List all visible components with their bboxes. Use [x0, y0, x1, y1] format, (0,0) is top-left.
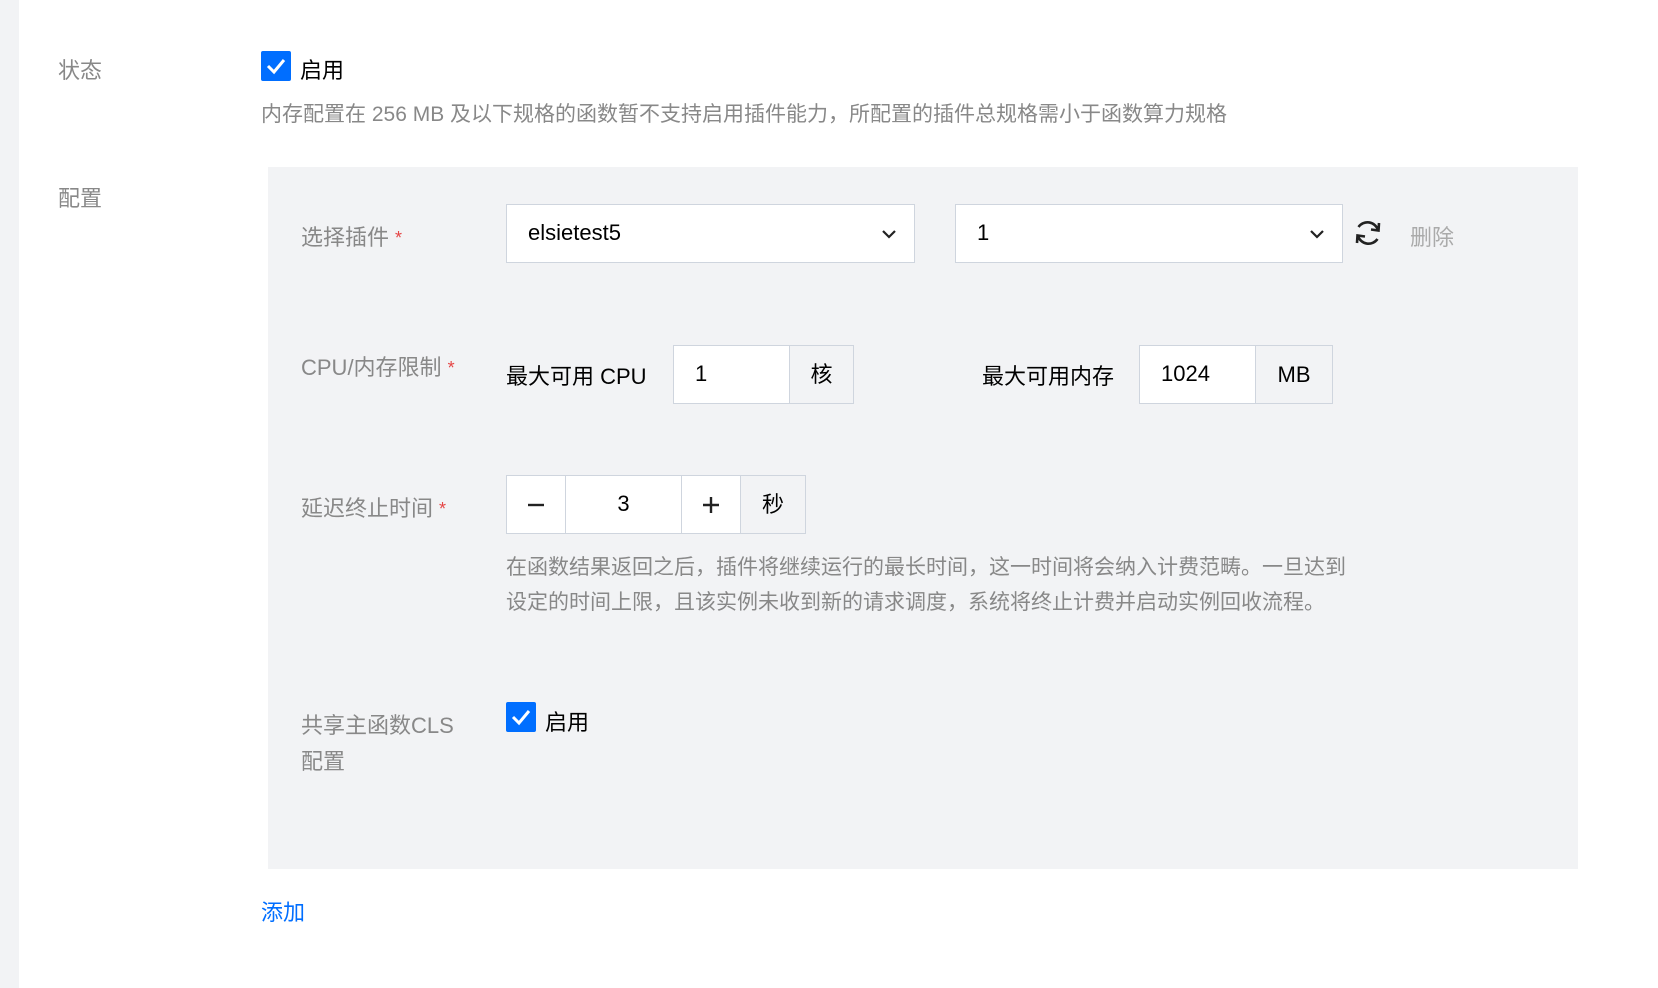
- cpu-unit-addon: 核: [789, 345, 854, 404]
- status-label: 状态: [58, 58, 103, 83]
- status-enable-checkbox[interactable]: [261, 51, 291, 81]
- max-cpu-label: 最大可用 CPU: [506, 364, 647, 389]
- left-strip: [0, 0, 19, 988]
- max-memory-label: 最大可用内存: [982, 364, 1115, 389]
- required-mark: *: [395, 228, 403, 248]
- minus-icon: [528, 503, 544, 507]
- plugin-select-label-text: 选择插件: [301, 225, 390, 250]
- plugin-version-select[interactable]: 1: [955, 204, 1343, 263]
- max-memory-value: 1024: [1161, 361, 1210, 386]
- max-cpu-input[interactable]: 1: [673, 345, 790, 404]
- share-cls-checkbox[interactable]: [506, 702, 536, 732]
- share-cls-label-line2: 配置: [301, 749, 346, 774]
- plugin-version-value: 1: [977, 220, 990, 245]
- share-cls-enable-label[interactable]: 启用: [545, 705, 589, 737]
- cpu-mem-limit-label: CPU/内存限制 *: [301, 350, 455, 382]
- plugin-config-panel: [268, 167, 1578, 869]
- plugin-name-value: elsietest5: [528, 220, 621, 245]
- max-cpu-value: 1: [695, 361, 708, 386]
- plugin-name-select[interactable]: elsietest5: [506, 204, 915, 263]
- config-label: 配置: [58, 186, 103, 211]
- delay-hint-line1: 在函数结果返回之后，插件将继续运行的最长时间，这一时间将会纳入计费范畴。一旦达到: [506, 556, 1346, 579]
- plus-icon: [703, 497, 719, 513]
- add-plugin-link[interactable]: 添加: [261, 895, 305, 927]
- delay-time-input[interactable]: 3: [565, 475, 682, 534]
- status-hint: 内存配置在 256 MB 及以下规格的函数暂不支持启用插件能力，所配置的插件总规…: [261, 103, 1228, 126]
- delay-termination-label: 延迟终止时间 *: [301, 491, 446, 523]
- delete-button[interactable]: 删除: [1410, 220, 1454, 252]
- delay-time-value: 3: [617, 491, 630, 516]
- refresh-icon[interactable]: [1352, 217, 1384, 254]
- decrement-button[interactable]: [506, 475, 566, 534]
- plugin-select-label: 选择插件 *: [301, 220, 402, 252]
- chevron-down-icon: [882, 230, 896, 239]
- required-mark: *: [439, 499, 447, 519]
- increment-button[interactable]: [681, 475, 741, 534]
- delay-unit-addon: 秒: [740, 475, 806, 534]
- required-mark: *: [447, 358, 455, 378]
- status-enable-label[interactable]: 启用: [300, 53, 344, 85]
- share-cls-label-line1: 共享主函数CLS: [301, 713, 454, 738]
- memory-unit-addon: MB: [1255, 345, 1333, 404]
- check-icon: [511, 710, 531, 726]
- delay-hint-line2: 设定的时间上限，且该实例未收到新的请求调度，系统将终止计费并启动实例回收流程。: [506, 591, 1325, 614]
- delay-termination-label-text: 延迟终止时间: [301, 496, 434, 521]
- max-memory-input[interactable]: 1024: [1139, 345, 1256, 404]
- chevron-down-icon: [1310, 230, 1324, 239]
- check-icon: [266, 59, 286, 75]
- cpu-mem-limit-label-text: CPU/内存限制: [301, 355, 442, 380]
